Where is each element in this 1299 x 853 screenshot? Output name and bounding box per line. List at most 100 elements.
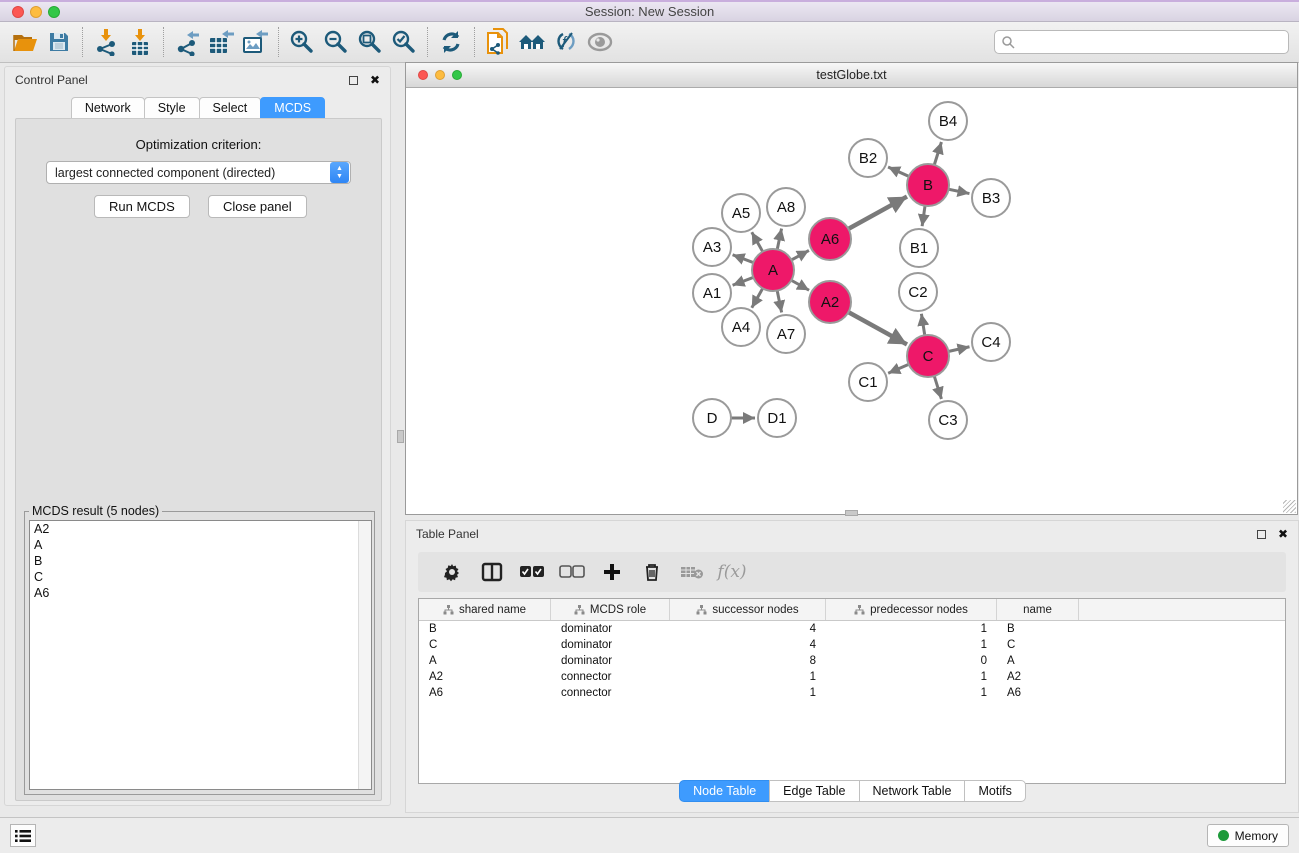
mcds-result-list[interactable]: A2ABCA6 — [29, 520, 372, 790]
export-image-icon[interactable] — [238, 26, 272, 58]
table-row[interactable]: A2connector11A2 — [419, 669, 1285, 685]
minimize-window-button[interactable] — [30, 6, 42, 18]
cybrowser-home-icon[interactable] — [515, 26, 549, 58]
table-row[interactable]: Bdominator41B — [419, 621, 1285, 637]
node-A4[interactable]: A4 — [722, 308, 760, 346]
node-B1[interactable]: B1 — [900, 229, 938, 267]
node-C3[interactable]: C3 — [929, 401, 967, 439]
network-window-titlebar[interactable]: testGlobe.txt — [406, 63, 1297, 88]
close-window-button[interactable] — [12, 6, 24, 18]
node-A2[interactable]: A2 — [809, 281, 851, 323]
search-field[interactable] — [994, 30, 1289, 54]
zoom-out-icon[interactable] — [319, 26, 353, 58]
export-network-icon[interactable] — [170, 26, 204, 58]
node-B2[interactable]: B2 — [849, 139, 887, 177]
node-C2[interactable]: C2 — [899, 273, 937, 311]
mcds-result-item[interactable]: C — [30, 569, 371, 585]
delete-column-icon[interactable] — [632, 562, 672, 582]
new-session-icon[interactable] — [481, 26, 515, 58]
mcds-result-item[interactable]: A2 — [30, 521, 371, 537]
mcds-result-item[interactable]: A — [30, 537, 371, 553]
column-header-label: MCDS role — [590, 604, 646, 616]
table-header-row: shared name MCDS role successor nodesprede… — [419, 599, 1285, 621]
add-column-icon[interactable] — [592, 562, 632, 582]
gear-icon[interactable] — [432, 562, 472, 582]
close-network-button[interactable] — [418, 70, 428, 80]
column-header-successor-nodes[interactable]: successor nodes — [670, 599, 826, 620]
table-cell: C — [419, 639, 551, 651]
node-A[interactable]: A — [752, 249, 794, 291]
select-all-icon[interactable] — [512, 565, 552, 579]
node-A5[interactable]: A5 — [722, 194, 760, 232]
mcds-result-item[interactable]: B — [30, 553, 371, 569]
import-table-icon[interactable] — [123, 26, 157, 58]
tab-motifs[interactable]: Motifs — [964, 780, 1025, 802]
resize-grip-icon[interactable] — [1283, 500, 1296, 513]
node-B[interactable]: B — [907, 164, 949, 206]
function-builder-icon[interactable]: f(x) — [712, 562, 752, 582]
node-B4[interactable]: B4 — [929, 102, 967, 140]
node-C1[interactable]: C1 — [849, 363, 887, 401]
close-panel-icon[interactable]: ✖ — [1278, 529, 1288, 539]
shared-column-icon — [854, 605, 865, 615]
tab-node-table[interactable]: Node Table — [679, 780, 770, 802]
table-row[interactable]: Cdominator41C — [419, 637, 1285, 653]
toggle-graphics-details-icon[interactable]: f — [549, 26, 583, 58]
node-A7[interactable]: A7 — [767, 315, 805, 353]
float-panel-icon[interactable] — [349, 76, 358, 85]
tab-select[interactable]: Select — [199, 97, 262, 119]
deselect-all-icon[interactable] — [552, 565, 592, 579]
task-history-button[interactable] — [10, 824, 36, 847]
scrollbar[interactable] — [358, 521, 371, 789]
column-layout-icon[interactable] — [472, 562, 512, 582]
tab-style[interactable]: Style — [144, 97, 200, 119]
mcds-result-item[interactable]: A6 — [30, 585, 371, 601]
node-A3[interactable]: A3 — [693, 228, 731, 266]
birds-eye-view-icon[interactable] — [583, 26, 617, 58]
save-session-icon[interactable] — [42, 26, 76, 58]
table-row[interactable]: A6connector11A6 — [419, 685, 1285, 701]
optimization-criterion-label: Optimization criterion: — [16, 137, 381, 152]
refresh-layout-icon[interactable] — [434, 26, 468, 58]
column-header-predecessor-nodes[interactable]: predecessor nodes — [826, 599, 997, 620]
float-panel-icon[interactable] — [1257, 530, 1266, 539]
tab-edge-table[interactable]: Edge Table — [769, 780, 859, 802]
tab-network-table[interactable]: Network Table — [859, 780, 966, 802]
zoom-window-button[interactable] — [48, 6, 60, 18]
zoom-fit-icon[interactable] — [353, 26, 387, 58]
network-canvas[interactable]: B4 B2 B B3 A5A8A6 A3 B1 A A1 C2 A2 A4 A7 C4 C C1 C3 D D1 — [406, 89, 1297, 514]
svg-text:A7: A7 — [777, 326, 795, 343]
column-header-shared-name[interactable]: shared name — [419, 599, 551, 620]
zoom-in-icon[interactable] — [285, 26, 319, 58]
node-A1[interactable]: A1 — [693, 274, 731, 312]
run-mcds-button[interactable]: Run MCDS — [94, 195, 190, 218]
tab-mcds[interactable]: MCDS — [260, 97, 325, 119]
vertical-splitter-handle[interactable] — [397, 430, 404, 443]
search-input[interactable] — [1019, 35, 1282, 49]
node-D1[interactable]: D1 — [758, 399, 796, 437]
zoom-selected-icon[interactable] — [387, 26, 421, 58]
criterion-dropdown[interactable]: largest connected component (directed) ▲… — [46, 161, 351, 184]
close-panel-icon[interactable]: ✖ — [370, 75, 380, 85]
node-D[interactable]: D — [693, 399, 731, 437]
zoom-network-button[interactable] — [452, 70, 462, 80]
column-header-name[interactable]: name — [997, 599, 1079, 620]
horizontal-splitter-handle[interactable] — [845, 510, 858, 516]
node-C[interactable]: C — [907, 335, 949, 377]
shared-column-icon — [696, 605, 707, 615]
table-row[interactable]: Adominator80A — [419, 653, 1285, 669]
column-header-MCDS-role[interactable]: MCDS role — [551, 599, 670, 620]
minimize-network-button[interactable] — [435, 70, 445, 80]
node-B3[interactable]: B3 — [972, 179, 1010, 217]
memory-button[interactable]: Memory — [1207, 824, 1289, 847]
import-network-icon[interactable] — [89, 26, 123, 58]
tab-network[interactable]: Network — [71, 97, 145, 119]
open-file-icon[interactable] — [8, 26, 42, 58]
node-A6[interactable]: A6 — [809, 218, 851, 260]
close-panel-button[interactable]: Close panel — [208, 195, 307, 218]
node-A8[interactable]: A8 — [767, 188, 805, 226]
node-C4[interactable]: C4 — [972, 323, 1010, 361]
export-table-icon[interactable] — [204, 26, 238, 58]
delete-table-icon[interactable] — [672, 564, 712, 580]
table-cell: 1 — [826, 623, 997, 635]
